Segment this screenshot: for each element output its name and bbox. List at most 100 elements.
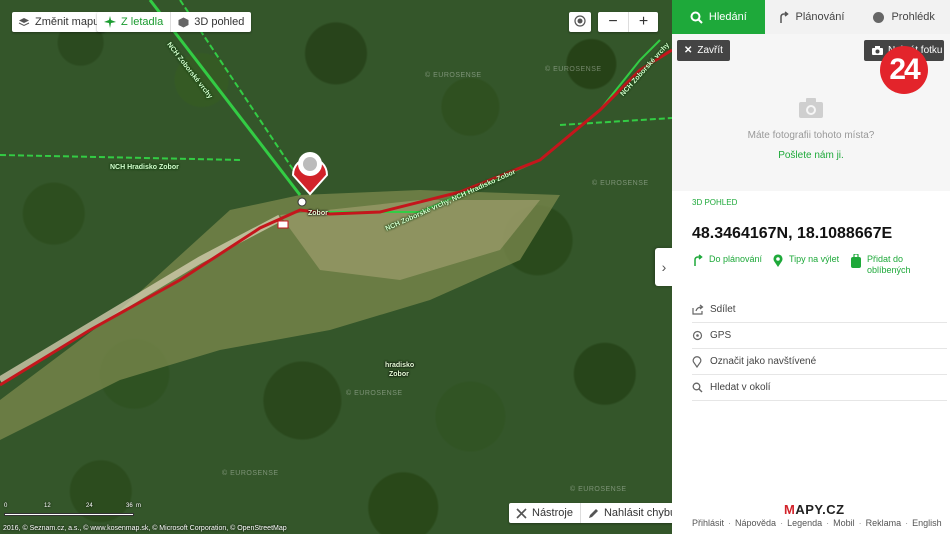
tab-planning-label: Plánování xyxy=(795,11,845,23)
footer-links: Přihlásit · Nápověda · Legenda · Mobil · Rek… xyxy=(692,518,942,528)
trip-tips-label: Tipy na výlet xyxy=(789,254,840,264)
scale-label: 12 xyxy=(44,503,51,509)
watermark: © EUROSENSE xyxy=(346,390,403,397)
add-to-planning-button[interactable]: Do plánování xyxy=(692,254,762,267)
footer-link-english[interactable]: English xyxy=(912,518,942,528)
close-label: Zavřít xyxy=(697,45,723,56)
footer-link-mobile[interactable]: Mobil xyxy=(833,518,855,528)
tab-planning[interactable]: Plánování xyxy=(765,0,858,34)
photo-area: ✕ Zavřít Nahrát fotku 24 Máte fotografii… xyxy=(672,34,950,191)
photo-question: Máte fotografii tohoto místa? xyxy=(747,130,875,141)
site-logo-24: 24 xyxy=(880,46,928,94)
view-3d-label: 3D pohled xyxy=(194,16,245,28)
footer-link-ads[interactable]: Reklama xyxy=(866,518,902,528)
gps-icon xyxy=(692,330,710,341)
mapy-logo[interactable]: MAPY.CZ xyxy=(784,502,845,517)
close-button[interactable]: ✕ Zavřít xyxy=(677,40,730,61)
gps-item[interactable]: GPS xyxy=(692,323,947,349)
map-overlay xyxy=(0,0,672,440)
app-window: NCH Zoborské vrchy NCH Hradisko Zobor NC… xyxy=(0,0,950,534)
tools-button[interactable]: Nástroje xyxy=(509,503,580,523)
scale-unit: m xyxy=(136,503,141,509)
tools-icon xyxy=(516,507,527,519)
poi-label[interactable]: Zobor xyxy=(308,210,328,217)
view-3d-button[interactable]: 3D pohled xyxy=(170,12,251,32)
footer-link-legend[interactable]: Legenda xyxy=(787,518,822,528)
chevron-right-icon: › xyxy=(661,259,667,275)
trail-label-2: NCH Hradisko Zobor xyxy=(110,164,179,171)
mapy-logo-rest: APY.CZ xyxy=(795,502,845,517)
search-nearby-item[interactable]: Hledat v okolí xyxy=(692,375,947,401)
camera-placeholder-icon xyxy=(799,98,823,121)
tab-search-label: Hledání xyxy=(708,11,747,23)
cube-icon xyxy=(178,17,189,28)
add-to-favorites-button[interactable]: Přidat do oblíbených xyxy=(850,254,911,276)
quick-actions: Do plánování Tipy na výlet Přidat do obl… xyxy=(692,254,942,284)
watermark: © EUROSENSE xyxy=(425,72,482,79)
gps-label: GPS xyxy=(710,330,732,341)
plane-icon xyxy=(104,16,116,28)
tools-label: Nástroje xyxy=(532,507,573,519)
backpack-icon xyxy=(850,254,862,268)
photo-send-link[interactable]: Pošlete nám ji. xyxy=(672,150,950,161)
report-error-button[interactable]: Nahlásit chybu xyxy=(579,503,672,523)
trail-line-4 xyxy=(559,117,672,126)
mark-visited-label: Označit jako navštívené xyxy=(710,356,817,367)
pin-icon xyxy=(772,254,784,268)
scale-bar-line xyxy=(4,513,134,516)
scale-label: 36 xyxy=(126,503,133,509)
target-icon xyxy=(574,14,586,30)
watermark: © EUROSENSE xyxy=(222,470,279,477)
action-menu: Sdílet GPS Označit jako navštívené Hleda… xyxy=(692,297,947,401)
map-bottom-tools: Nástroje Nahlásit chybu xyxy=(509,503,672,523)
scale-bar: 0 12 24 36 m xyxy=(4,503,141,523)
panel-collapse-button[interactable]: › xyxy=(655,248,673,286)
scale-label: 0 xyxy=(4,503,8,509)
place-label-line-2: Zobor xyxy=(389,371,409,378)
zoom-in-button[interactable]: + xyxy=(628,12,658,32)
place-label-line-1: hradisko xyxy=(385,362,415,369)
layers-icon xyxy=(18,17,30,27)
share-label: Sdílet xyxy=(710,304,736,315)
watermark: © EUROSENSE xyxy=(570,486,627,493)
search-nearby-label: Hledat v okolí xyxy=(710,382,771,393)
locate-button[interactable] xyxy=(569,12,591,32)
share-item[interactable]: Sdílet xyxy=(692,297,947,323)
view-3d-link[interactable]: 3D POHLED xyxy=(692,198,737,207)
tab-browse[interactable]: Prohlédk xyxy=(857,0,950,34)
tab-browse-label: Prohlédk xyxy=(891,11,935,23)
footer-link-help[interactable]: Nápověda xyxy=(735,518,776,528)
aerial-label: Z letadla xyxy=(121,16,164,28)
search-icon xyxy=(690,11,703,24)
footer-link-login[interactable]: Přihlásit xyxy=(692,518,724,528)
trip-tips-button[interactable]: Tipy na výlet xyxy=(772,254,839,268)
poi-icon-building xyxy=(277,220,289,229)
pin-outline-icon xyxy=(692,355,710,368)
map-canvas[interactable]: NCH Zoborské vrchy NCH Hradisko Zobor NC… xyxy=(0,0,672,534)
change-map-button[interactable]: Změnit mapu xyxy=(12,12,106,32)
pencil-icon xyxy=(588,508,599,519)
watermark: © EUROSENSE xyxy=(545,66,602,73)
side-panel: Hledání Plánování Prohlédk ✕ Zavřít fotk… xyxy=(672,0,950,534)
globe-icon xyxy=(872,11,885,24)
tab-search[interactable]: Hledání xyxy=(672,0,765,34)
add-to-favorites-label-2: oblíbených xyxy=(867,265,911,275)
route-arrow-icon xyxy=(692,254,704,267)
camera-icon xyxy=(872,46,883,55)
map-attribution: 2016, © Seznam.cz, a.s., © www.kosenmap.… xyxy=(3,525,287,532)
watermark: © EUROSENSE xyxy=(592,180,649,187)
share-icon xyxy=(692,304,710,315)
add-to-planning-label: Do plánování xyxy=(709,254,763,264)
zoom-out-button[interactable]: − xyxy=(598,12,628,32)
map-view-toggle: Z letadla 3D pohled xyxy=(97,12,252,32)
location-marker[interactable] xyxy=(291,152,329,196)
aerial-button[interactable]: Z letadla xyxy=(97,12,170,32)
report-error-label: Nahlásit chybu xyxy=(603,507,672,519)
mark-visited-item[interactable]: Označit jako navštívené xyxy=(692,349,947,375)
mapy-logo-first: M xyxy=(784,502,796,517)
panel-tabs: Hledání Plánování Prohlédk xyxy=(672,0,950,34)
trail-line-3 xyxy=(0,154,241,161)
coordinates: 48.3464167N, 18.1088667E xyxy=(692,225,893,242)
search-icon xyxy=(692,382,710,393)
change-map-label: Změnit mapu xyxy=(35,16,100,28)
